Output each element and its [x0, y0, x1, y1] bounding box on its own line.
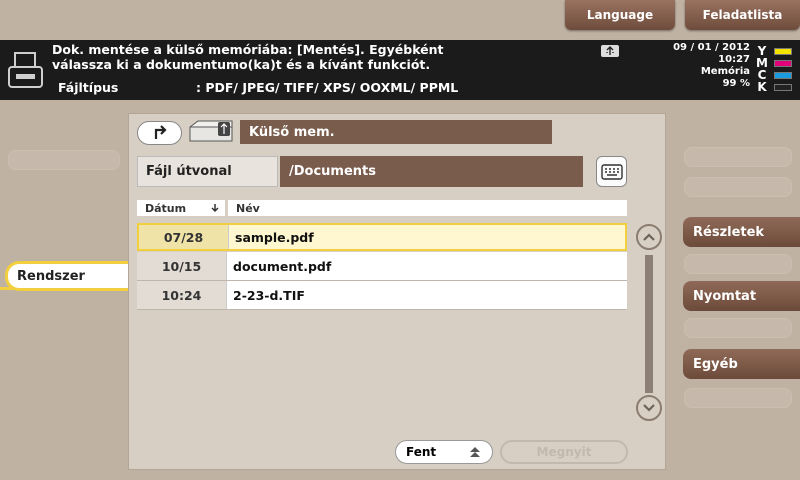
- details-tab[interactable]: Részletek: [683, 217, 800, 247]
- other-tab[interactable]: Egyéb: [683, 349, 800, 379]
- right-disabled-option-3: [684, 254, 792, 274]
- location-bar: Külső mem.: [240, 120, 552, 144]
- name-header-label: Név: [236, 201, 260, 215]
- file-path-value: /Documents: [280, 156, 583, 187]
- row-date: 10:24: [137, 281, 227, 309]
- filetype-label: Fájltípus: [58, 80, 119, 95]
- up-folder-button[interactable]: [137, 121, 182, 145]
- up-arrow-icon: [154, 125, 167, 139]
- right-disabled-option-4: [684, 318, 792, 338]
- row-name: document.pdf: [233, 258, 332, 274]
- toner-m-bar: [774, 59, 792, 67]
- row-date: 10/15: [137, 252, 227, 280]
- scrollbar-track[interactable]: [645, 255, 653, 393]
- open-button[interactable]: Megnyit: [500, 440, 628, 464]
- filetype-value: : PDF/ JPEG/ TIFF/ XPS/ OOXML/ PPML: [196, 80, 459, 95]
- scroll-up-button[interactable]: [636, 224, 662, 250]
- external-memory-icon: [189, 120, 233, 142]
- status-time: 10:27: [718, 54, 750, 65]
- row-date: 07/28: [139, 225, 229, 249]
- table-row[interactable]: 10:24 2-23-d.TIF: [137, 281, 627, 310]
- message-line-2: válassza ki a dokumentumo(ka)t és a kívá…: [52, 57, 431, 72]
- message-bar: Dok. mentése a külső memóriába: [Mentés]…: [0, 40, 800, 100]
- date-column-header[interactable]: Dátum: [137, 200, 225, 216]
- chevron-up-icon: [643, 233, 655, 241]
- toner-k-bar: [774, 83, 792, 91]
- message-text: Dok. mentése a külső memóriába: [Mentés]…: [52, 42, 444, 72]
- status-info: 09 / 01 / 2012 10:27 Memória 99 %: [660, 42, 750, 90]
- table-row[interactable]: 07/28 sample.pdf: [137, 223, 627, 251]
- chevron-down-icon: [643, 404, 655, 412]
- sort-down-icon: [211, 204, 219, 213]
- toner-k: K: [756, 80, 792, 94]
- message-line-1: Dok. mentése a külső memóriába: [Mentés]…: [52, 42, 444, 57]
- left-disabled-tab: [8, 150, 120, 170]
- table-row[interactable]: 10/15 document.pdf: [137, 252, 627, 281]
- right-disabled-option-1: [684, 147, 792, 167]
- right-disabled-option-2: [684, 177, 792, 197]
- keyboard-icon: [600, 163, 623, 180]
- right-disabled-option-5: [684, 388, 792, 408]
- toner-levels: Y M C K: [756, 44, 792, 94]
- printer-icon: [8, 52, 43, 88]
- scroll-down-button[interactable]: [636, 395, 662, 421]
- memory-value: 99 %: [722, 78, 750, 89]
- toner-c-bar: [774, 71, 792, 79]
- keyboard-button[interactable]: [596, 156, 627, 187]
- top-button-label: Fent: [406, 445, 437, 459]
- status-date: 09 / 01 / 2012: [673, 42, 750, 53]
- memory-label: Memória: [700, 66, 750, 77]
- toner-y-bar: [774, 47, 792, 55]
- job-list-button[interactable]: Feladatlista: [685, 0, 800, 30]
- system-tab[interactable]: Rendszer: [5, 261, 128, 291]
- date-header-label: Dátum: [145, 201, 187, 215]
- toner-k-letter: K: [757, 80, 767, 94]
- name-column-header[interactable]: Név: [228, 200, 627, 216]
- row-name: sample.pdf: [235, 229, 314, 245]
- row-name: 2-23-d.TIF: [233, 287, 305, 303]
- file-path-label: Fájl útvonal: [137, 156, 278, 187]
- double-chevron-up-icon: [470, 447, 480, 457]
- print-tab[interactable]: Nyomtat: [683, 281, 800, 311]
- top-button[interactable]: Fent: [395, 440, 493, 464]
- language-button[interactable]: Language: [565, 0, 675, 30]
- usb-icon: [601, 45, 619, 57]
